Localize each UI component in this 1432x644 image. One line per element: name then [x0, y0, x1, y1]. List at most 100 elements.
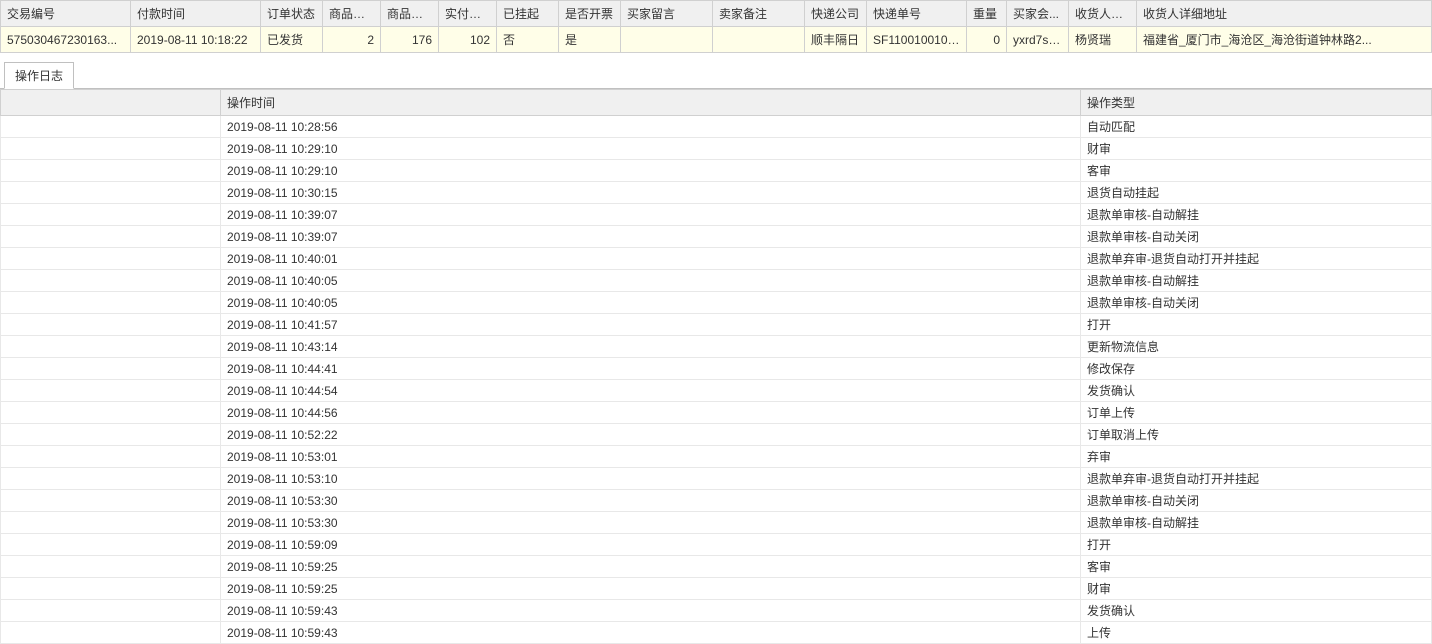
- log-cell-blank: [1, 204, 221, 226]
- log-row[interactable]: 2019-08-11 10:53:30退款单审核-自动解挂: [1, 512, 1432, 534]
- log-row[interactable]: 2019-08-11 10:59:25客审: [1, 556, 1432, 578]
- log-cell-time: 2019-08-11 10:39:07: [221, 204, 1081, 226]
- cell-address: 福建省_厦门市_海沧区_海沧街道钟林路2...: [1137, 27, 1432, 53]
- log-col-type[interactable]: 操作类型: [1081, 90, 1432, 116]
- col-amount[interactable]: 商品金额: [381, 1, 439, 27]
- log-cell-time: 2019-08-11 10:59:09: [221, 534, 1081, 556]
- log-cell-time: 2019-08-11 10:29:10: [221, 160, 1081, 182]
- log-cell-time: 2019-08-11 10:40:05: [221, 292, 1081, 314]
- log-cell-time: 2019-08-11 10:59:43: [221, 600, 1081, 622]
- col-suspended[interactable]: 已挂起: [497, 1, 559, 27]
- log-row[interactable]: 2019-08-11 10:43:14更新物流信息: [1, 336, 1432, 358]
- log-cell-blank: [1, 446, 221, 468]
- log-row[interactable]: 2019-08-11 10:53:10退款单弃审-退货自动打开并挂起: [1, 468, 1432, 490]
- col-paid[interactable]: 实付金额: [439, 1, 497, 27]
- log-cell-time: 2019-08-11 10:53:30: [221, 512, 1081, 534]
- col-address[interactable]: 收货人详细地址: [1137, 1, 1432, 27]
- log-cell-type: 更新物流信息: [1081, 336, 1432, 358]
- log-col-time[interactable]: 操作时间: [221, 90, 1081, 116]
- col-trade-no[interactable]: 交易编号: [1, 1, 131, 27]
- col-qty[interactable]: 商品数量: [323, 1, 381, 27]
- log-cell-blank: [1, 490, 221, 512]
- log-cell-type: 退款单审核-自动解挂: [1081, 512, 1432, 534]
- col-pay-time[interactable]: 付款时间: [131, 1, 261, 27]
- col-seller-note[interactable]: 卖家备注: [713, 1, 805, 27]
- order-row[interactable]: 575030467230163... 2019-08-11 10:18:22 已…: [1, 27, 1432, 53]
- log-cell-time: 2019-08-11 10:53:10: [221, 468, 1081, 490]
- log-row[interactable]: 2019-08-11 10:59:43上传: [1, 622, 1432, 644]
- log-cell-type: 发货确认: [1081, 380, 1432, 402]
- log-cell-time: 2019-08-11 10:59:43: [221, 622, 1081, 644]
- log-row[interactable]: 2019-08-11 10:40:01退款单弃审-退货自动打开并挂起: [1, 248, 1432, 270]
- log-row[interactable]: 2019-08-11 10:29:10客审: [1, 160, 1432, 182]
- tab-operation-log[interactable]: 操作日志: [4, 62, 74, 89]
- log-cell-type: 客审: [1081, 160, 1432, 182]
- cell-buyer-id: yxrd7s198: [1007, 27, 1069, 53]
- log-cell-time: 2019-08-11 10:59:25: [221, 556, 1081, 578]
- log-cell-type: 财审: [1081, 138, 1432, 160]
- cell-weight: 0: [967, 27, 1007, 53]
- log-row[interactable]: 2019-08-11 10:40:05退款单审核-自动关闭: [1, 292, 1432, 314]
- log-cell-time: 2019-08-11 10:40:01: [221, 248, 1081, 270]
- log-row[interactable]: 2019-08-11 10:59:43发货确认: [1, 600, 1432, 622]
- log-cell-blank: [1, 270, 221, 292]
- log-cell-type: 退款单审核-自动关闭: [1081, 490, 1432, 512]
- log-row[interactable]: 2019-08-11 10:44:54发货确认: [1, 380, 1432, 402]
- log-cell-type: 退款单审核-自动关闭: [1081, 292, 1432, 314]
- log-row[interactable]: 2019-08-11 10:29:10财审: [1, 138, 1432, 160]
- log-col-blank[interactable]: [1, 90, 221, 116]
- log-row[interactable]: 2019-08-11 10:40:05退款单审核-自动解挂: [1, 270, 1432, 292]
- cell-paid: 102: [439, 27, 497, 53]
- cell-buyer-msg: [621, 27, 713, 53]
- cell-qty: 2: [323, 27, 381, 53]
- cell-order-status: 已发货: [261, 27, 323, 53]
- log-table: 操作时间 操作类型 2019-08-11 10:28:56自动匹配2019-08…: [0, 89, 1432, 644]
- log-cell-blank: [1, 182, 221, 204]
- log-cell-blank: [1, 226, 221, 248]
- log-row[interactable]: 2019-08-11 10:28:56自动匹配: [1, 116, 1432, 138]
- log-cell-blank: [1, 534, 221, 556]
- log-row[interactable]: 2019-08-11 10:39:07退款单审核-自动关闭: [1, 226, 1432, 248]
- log-cell-blank: [1, 622, 221, 644]
- col-tracking[interactable]: 快递单号: [867, 1, 967, 27]
- log-cell-blank: [1, 336, 221, 358]
- cell-courier: 顺丰隔日: [805, 27, 867, 53]
- log-row[interactable]: 2019-08-11 10:30:15退货自动挂起: [1, 182, 1432, 204]
- log-cell-blank: [1, 512, 221, 534]
- log-cell-blank: [1, 138, 221, 160]
- log-cell-blank: [1, 314, 221, 336]
- log-cell-time: 2019-08-11 10:53:30: [221, 490, 1081, 512]
- log-row[interactable]: 2019-08-11 10:59:09打开: [1, 534, 1432, 556]
- log-row[interactable]: 2019-08-11 10:53:01弃审: [1, 446, 1432, 468]
- log-cell-type: 客审: [1081, 556, 1432, 578]
- col-courier[interactable]: 快递公司: [805, 1, 867, 27]
- log-row[interactable]: 2019-08-11 10:53:30退款单审核-自动关闭: [1, 490, 1432, 512]
- log-row[interactable]: 2019-08-11 10:52:22订单取消上传: [1, 424, 1432, 446]
- log-cell-time: 2019-08-11 10:29:10: [221, 138, 1081, 160]
- log-cell-type: 退货自动挂起: [1081, 182, 1432, 204]
- log-cell-time: 2019-08-11 10:52:22: [221, 424, 1081, 446]
- log-row[interactable]: 2019-08-11 10:59:25财审: [1, 578, 1432, 600]
- log-cell-type: 上传: [1081, 622, 1432, 644]
- col-invoice[interactable]: 是否开票: [559, 1, 621, 27]
- log-cell-type: 订单取消上传: [1081, 424, 1432, 446]
- log-cell-blank: [1, 380, 221, 402]
- col-order-status[interactable]: 订单状态: [261, 1, 323, 27]
- log-row[interactable]: 2019-08-11 10:44:41修改保存: [1, 358, 1432, 380]
- col-buyer-msg[interactable]: 买家留言: [621, 1, 713, 27]
- order-table: 交易编号 付款时间 订单状态 商品数量 商品金额 实付金额 已挂起 是否开票 买…: [0, 0, 1432, 53]
- col-buyer-id[interactable]: 买家会...: [1007, 1, 1069, 27]
- tab-bar: 操作日志: [0, 61, 1432, 89]
- log-cell-blank: [1, 468, 221, 490]
- cell-invoice: 是: [559, 27, 621, 53]
- log-cell-time: 2019-08-11 10:44:56: [221, 402, 1081, 424]
- log-cell-time: 2019-08-11 10:41:57: [221, 314, 1081, 336]
- col-weight[interactable]: 重量: [967, 1, 1007, 27]
- log-row[interactable]: 2019-08-11 10:41:57打开: [1, 314, 1432, 336]
- col-receiver[interactable]: 收货人姓名: [1069, 1, 1137, 27]
- log-cell-blank: [1, 116, 221, 138]
- log-cell-blank: [1, 248, 221, 270]
- log-row[interactable]: 2019-08-11 10:44:56订单上传: [1, 402, 1432, 424]
- cell-suspended: 否: [497, 27, 559, 53]
- log-row[interactable]: 2019-08-11 10:39:07退款单审核-自动解挂: [1, 204, 1432, 226]
